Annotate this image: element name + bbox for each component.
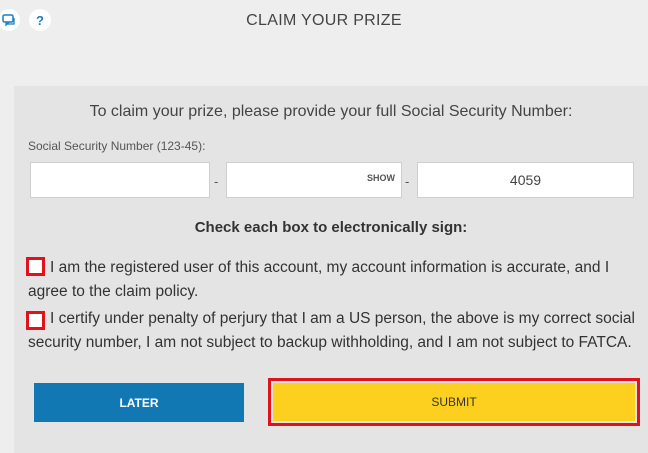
ssn-part2-input[interactable]: SHOW: [226, 162, 402, 198]
ssn-separator: -: [405, 174, 410, 189]
later-button[interactable]: LATER: [34, 383, 244, 422]
header-bar: ? CLAIM YOUR PRIZE: [0, 0, 648, 42]
checkbox2-label: I certify under penalty of perjury that …: [28, 310, 635, 351]
ssn-part3-input[interactable]: 4059: [417, 162, 634, 198]
ssn-label: Social Security Number (123-45):: [28, 139, 206, 153]
show-button[interactable]: SHOW: [367, 173, 395, 183]
checkbox1-label: I am the registered user of this account…: [28, 259, 610, 300]
ssn-separator: -: [214, 174, 219, 189]
claim-form-panel: To claim your prize, please provide your…: [14, 86, 648, 453]
agree-checkbox[interactable]: [26, 257, 45, 276]
submit-button[interactable]: SUBMIT: [273, 383, 635, 421]
page-title: CLAIM YOUR PRIZE: [246, 12, 402, 29]
sign-heading: Check each box to electronically sign:: [194, 219, 468, 236]
ssn-prompt: To claim your prize, please provide your…: [89, 103, 573, 120]
certify-checkbox[interactable]: [26, 311, 45, 330]
ssn-part1-input[interactable]: [30, 162, 210, 198]
